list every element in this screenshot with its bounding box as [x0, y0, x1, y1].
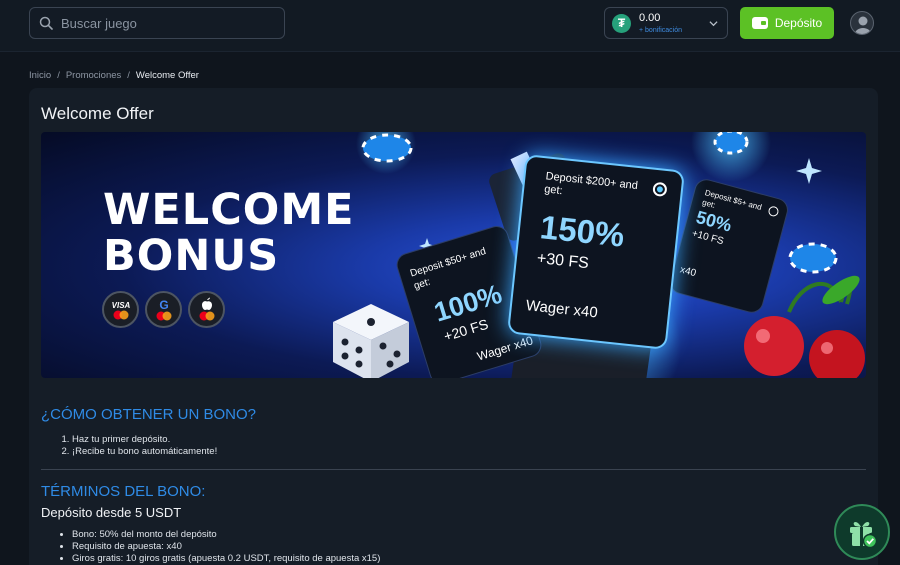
terms-item: Requisito de apuesta: x40 — [72, 541, 380, 553]
wallet-icon — [751, 17, 768, 29]
search-icon — [39, 16, 53, 30]
wallet-bonus-label: + bonificación — [639, 26, 683, 34]
tether-icon: ₮ — [612, 13, 631, 33]
terms-subtitle: Depósito desde 5 USDT — [41, 505, 182, 520]
svg-text:VISA: VISA — [111, 301, 130, 310]
terms-title: TÉRMINOS DEL BONO: — [41, 483, 206, 500]
breadcrumb-current: Welcome Offer — [135, 70, 199, 81]
google-pay-icon: G — [145, 291, 182, 328]
welcome-bonus-banner: WELCOME BONUS VISA G Deposit $50+ and ge… — [41, 132, 866, 378]
section-divider — [41, 469, 866, 470]
how-to-step: ¡Recibe tu bono automáticamente! — [72, 446, 217, 458]
apple-pay-icon — [188, 291, 225, 328]
banner-title-line2: BONUS — [103, 231, 280, 281]
chevron-down-icon — [709, 21, 718, 27]
terms-item: Giros gratis: 10 giros gratis (apuesta 0… — [72, 553, 380, 565]
offer-free-spins: +30 FS — [536, 249, 590, 273]
user-icon — [855, 16, 871, 34]
bonus-gift-button[interactable] — [834, 504, 890, 560]
deposit-button[interactable]: Depósito — [740, 7, 834, 39]
avatar[interactable] — [850, 11, 874, 35]
how-to-steps: Haz tu primer depósito. ¡Recibe tu bono … — [59, 434, 217, 458]
wallet-balance: 0.00 — [639, 11, 661, 24]
breadcrumb-promotions[interactable]: Promociones — [66, 70, 121, 81]
deposit-label: Depósito — [774, 16, 823, 30]
offer-deposit-text: Deposit $200+ and get: — [543, 170, 639, 198]
offer-card-150: Deposit $200+ and get: 150% +30 FS Wager… — [507, 154, 685, 350]
offer-bonus-percent: 150% — [538, 208, 627, 254]
breadcrumb: Inicio / Promociones / Welcome Offer — [29, 70, 199, 81]
search-input[interactable] — [61, 15, 271, 31]
visa-mastercard-icon: VISA — [102, 291, 139, 328]
how-to-step: Haz tu primer depósito. — [72, 434, 217, 446]
offer-wager: Wager x40 — [525, 297, 599, 322]
offer-radio-icon — [652, 181, 668, 198]
banner-title: WELCOME BONUS — [103, 187, 354, 279]
terms-list: Bono: 50% del monto del depósito Requisi… — [59, 529, 380, 565]
breadcrumb-separator: / — [127, 70, 130, 81]
wallet-dropdown[interactable]: ₮ 0.00 + bonificación — [604, 7, 728, 39]
offer-wager: x40 — [678, 264, 698, 280]
page-title: Welcome Offer — [41, 104, 154, 123]
svg-text:G: G — [159, 298, 168, 312]
banner-title-line1: WELCOME — [103, 185, 355, 235]
gift-icon — [850, 521, 878, 549]
breadcrumb-separator: / — [57, 70, 60, 81]
search-box[interactable] — [29, 7, 285, 39]
top-header: ₮ 0.00 + bonificación Depósito — [0, 0, 900, 52]
breadcrumb-home[interactable]: Inicio — [29, 70, 51, 81]
how-to-title: ¿CÓMO OBTENER UN BONO? — [41, 406, 257, 423]
terms-item: Bono: 50% del monto del depósito — [72, 529, 380, 541]
